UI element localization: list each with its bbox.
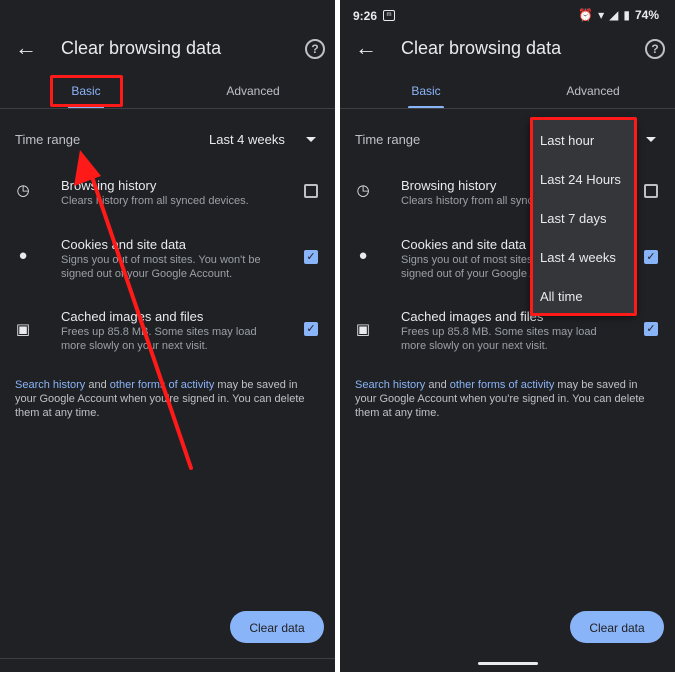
page-title: Clear browsing data — [61, 38, 222, 58]
status-bar: 9:26 m ⏰ ▾ ◢ ▮ 74% — [340, 0, 675, 30]
image-icon: ▣ — [355, 321, 371, 338]
tab-advanced[interactable]: Advanced — [540, 84, 646, 98]
footer-text: Search history and other forms of activi… — [355, 378, 660, 420]
cookie-icon: ● — [358, 247, 368, 264]
option-description: Frees up 85.8 MB. Some sites may load mo… — [401, 326, 597, 352]
tab-divider — [0, 108, 335, 109]
time-range-label: Time range — [15, 132, 81, 147]
bottom-divider — [0, 658, 335, 659]
status-time: 9:26 — [353, 9, 378, 23]
option-title: Cookies and site data — [61, 237, 187, 252]
checkbox-cookies[interactable]: ✓ — [304, 250, 318, 264]
app-bar: ← Clear browsing data ? — [0, 30, 335, 70]
option-description: Signs you out of most sites. You won't b… — [61, 254, 261, 280]
option-title: Cookies and site data — [401, 237, 527, 252]
alarm-icon: ⏰ — [578, 8, 594, 22]
home-indicator[interactable] — [478, 662, 538, 665]
help-icon[interactable]: ? — [645, 39, 665, 59]
annotation-highlight-menu — [530, 117, 637, 316]
status-icons: ⏰ ▾ ◢ ▮ 74% — [578, 8, 659, 22]
back-arrow-icon[interactable]: ← — [15, 36, 37, 60]
option-description: Clears history from all synced devices. — [61, 195, 249, 207]
wifi-icon: ▾ — [598, 8, 605, 22]
battery-icon: ▮ — [623, 8, 630, 22]
option-title: Cached images and files — [61, 309, 204, 324]
time-range-dropdown[interactable]: Last 4 weeks — [209, 132, 285, 147]
option-browsing-history[interactable]: ◷ Browsing history Clears history from a… — [0, 176, 335, 236]
footer-text: Search history and other forms of activi… — [15, 378, 320, 420]
annotation-highlight-basic — [50, 75, 123, 107]
battery-percent: 74% — [634, 8, 659, 22]
tab-advanced[interactable]: Advanced — [200, 84, 306, 98]
footer-text-part: and — [85, 379, 110, 391]
tab-basic[interactable]: Basic — [402, 84, 450, 98]
cookie-icon: ● — [18, 247, 28, 264]
activity-link[interactable]: other forms of activity — [110, 379, 215, 391]
checkbox-browsing-history[interactable] — [304, 184, 318, 198]
clear-data-button[interactable]: Clear data — [230, 611, 324, 643]
clock-icon: ◷ — [16, 182, 30, 199]
notification-icon: m — [383, 10, 395, 21]
option-cookies[interactable]: ● Cookies and site data Signs you out of… — [0, 235, 335, 295]
checkbox-cached-images[interactable]: ✓ — [304, 322, 318, 336]
app-bar: ← Clear browsing data ? — [340, 30, 675, 70]
option-title: Browsing history — [401, 178, 497, 193]
right-phone-screen: 9:26 m ⏰ ▾ ◢ ▮ 74% ← Clear browsing data… — [340, 0, 675, 672]
checkbox-browsing-history[interactable] — [644, 184, 658, 198]
option-title: Browsing history — [61, 178, 157, 193]
dropdown-arrow-icon[interactable] — [646, 137, 656, 142]
activity-link[interactable]: other forms of activity — [450, 379, 555, 391]
dropdown-arrow-icon[interactable] — [306, 137, 316, 142]
checkbox-cached-images[interactable]: ✓ — [644, 322, 658, 336]
help-icon[interactable]: ? — [305, 39, 325, 59]
page-title: Clear browsing data — [401, 38, 562, 58]
clock-icon: ◷ — [356, 182, 370, 199]
search-history-link[interactable]: Search history — [15, 379, 85, 391]
option-title: Cached images and files — [401, 309, 544, 324]
tab-divider — [340, 108, 675, 109]
back-arrow-icon[interactable]: ← — [355, 36, 377, 60]
option-cached-images[interactable]: ▣ Cached images and files Frees up 85.8 … — [0, 307, 335, 367]
signal-icon: ◢ — [609, 8, 619, 22]
checkbox-cookies[interactable]: ✓ — [644, 250, 658, 264]
image-icon: ▣ — [15, 321, 31, 338]
clear-data-button[interactable]: Clear data — [570, 611, 664, 643]
time-range-label: Time range — [355, 132, 421, 147]
search-history-link[interactable]: Search history — [355, 379, 425, 391]
option-cached-images[interactable]: ▣ Cached images and files Frees up 85.8 … — [340, 307, 675, 367]
footer-text-part: and — [425, 379, 450, 391]
option-description: Frees up 85.8 MB. Some sites may load mo… — [61, 326, 257, 352]
